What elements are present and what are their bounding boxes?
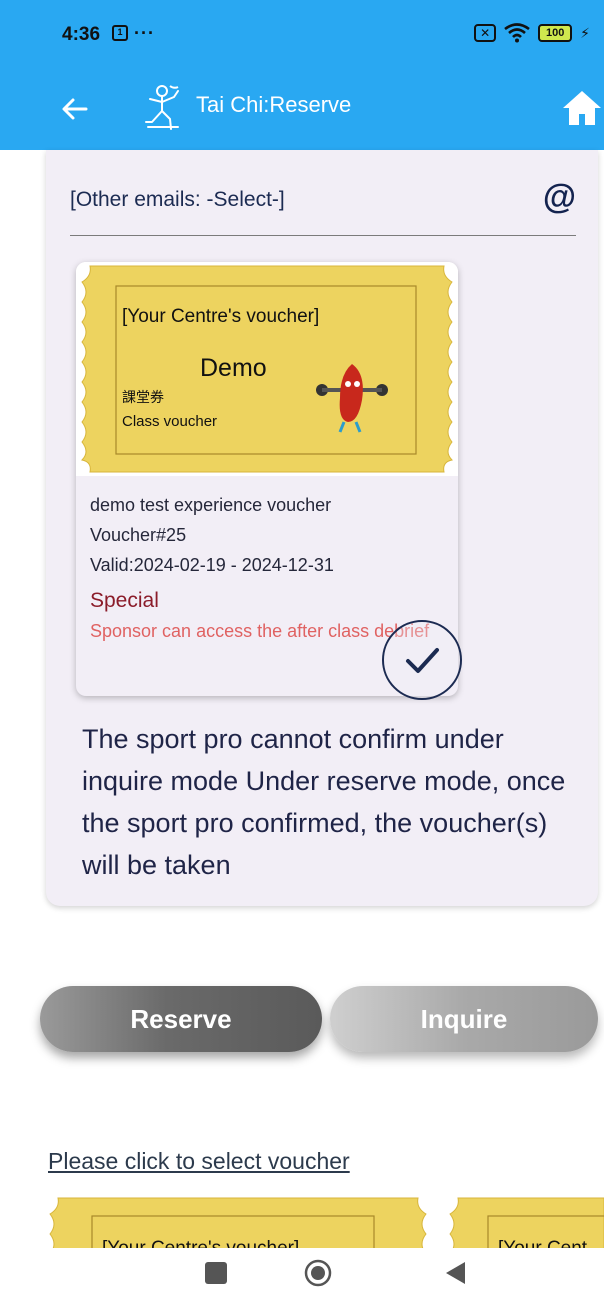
voucher-validity: Valid:2024-02-19 - 2024-12-31 (90, 555, 334, 575)
reserve-button[interactable]: Reserve (40, 986, 322, 1052)
app-bar: Tai Chi:Reserve (0, 70, 604, 150)
nav-back-icon[interactable] (443, 1260, 467, 1286)
voucher-image: [Your Centre's voucher] Demo 課堂券 Class v… (76, 262, 458, 476)
voucher-number: Voucher#25 (90, 525, 187, 545)
voucher-option-heading: [Your Cent (498, 1238, 588, 1248)
voucher-option-image: [Your Centre's voucher] (49, 1197, 427, 1248)
status-time: 4:36 (62, 24, 101, 45)
voucher-image-title: Demo (200, 354, 267, 382)
status-system-icons: ✕ 100 ⚡ (474, 23, 590, 43)
voucher-special-label: Special (90, 589, 159, 612)
voucher-option-image: [Your Cent (449, 1197, 604, 1248)
check-icon (406, 648, 439, 673)
inquire-button[interactable]: Inquire (330, 986, 598, 1052)
battery-icon: 100 (538, 24, 573, 42)
other-emails-label: [Other emails: -Select-] (70, 188, 285, 211)
more-notifications-icon: ··· (134, 23, 155, 43)
status-notification-icons: 1 ··· (112, 23, 155, 43)
charging-icon: ⚡ (580, 24, 590, 41)
voucher-name: demo test experience voucher (90, 495, 332, 515)
sim-off-icon: ✕ (474, 24, 497, 42)
wifi-icon (504, 23, 530, 43)
notification-icon: 1 (112, 25, 128, 41)
status-bar: 4:36 1 ··· ✕ 100 ⚡ (0, 0, 604, 70)
voucher-description: Sponsor can access the after class debri… (90, 621, 430, 641)
voucher-selected-checkmark[interactable] (382, 620, 462, 700)
reservation-card: [Other emails: -Select-] @ [Your Centre'… (46, 150, 598, 906)
tai-chi-logo-icon (145, 85, 179, 130)
select-voucher-link[interactable]: Please click to select voucher (48, 1148, 350, 1175)
email-at-icon[interactable]: @ (543, 178, 576, 217)
voucher-image-subtitle: Class voucher (122, 413, 217, 430)
voucher-option-heading: [Your Centre's voucher] (102, 1238, 299, 1248)
recent-apps-icon[interactable] (205, 1262, 227, 1284)
page-title: Tai Chi:Reserve (196, 92, 352, 117)
voucher-image-chinese: 課堂券 (122, 390, 164, 406)
back-arrow-icon[interactable] (58, 92, 92, 126)
voucher-option[interactable]: [Your Cent (448, 1196, 604, 1248)
reserve-screen: 4:36 1 ··· ✕ 100 ⚡ Tai Chi:Reserve [Othe… (0, 0, 604, 1300)
voucher-image-heading: [Your Centre's voucher] (122, 306, 319, 327)
system-nav-bar (0, 1248, 604, 1300)
home-icon[interactable] (560, 86, 604, 130)
voucher-option[interactable]: [Your Centre's voucher] (48, 1196, 428, 1248)
reserve-mode-notice: The sport pro cannot confirm under inqui… (82, 724, 566, 880)
nav-home-icon[interactable] (303, 1258, 333, 1288)
other-emails-select[interactable]: [Other emails: -Select-] @ (70, 178, 576, 236)
